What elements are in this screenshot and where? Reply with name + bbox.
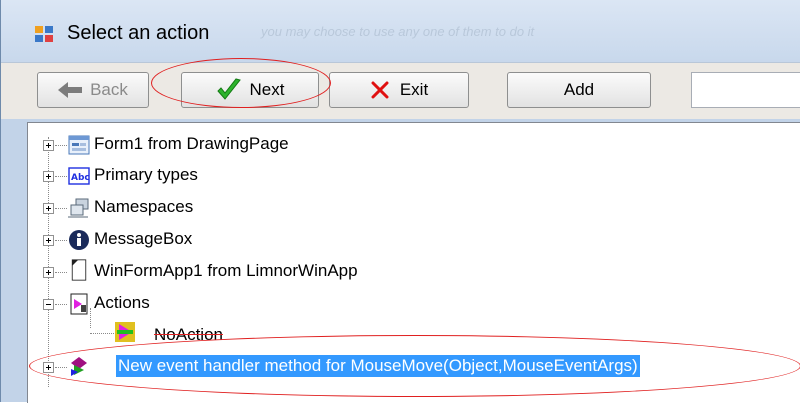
back-button-label: Back [90,80,128,99]
method-icon [71,357,87,376]
next-button[interactable]: Next [181,72,319,108]
tree-item-label[interactable]: WinFormApp1 from LimnorWinApp [94,261,358,281]
tree-guide-line [90,308,91,328]
tree-item-label[interactable]: MessageBox [94,229,192,249]
no-action-icon [115,322,135,342]
back-button[interactable]: Back [37,72,149,108]
tree-guide-line [55,304,67,305]
action-tree[interactable]: Form1 from DrawingPage Abc Primary types… [27,122,800,403]
expand-toggle[interactable] [43,362,54,373]
tree-item-label[interactable]: Form1 from DrawingPage [94,134,289,154]
dialog-window: Select an action you may choose to use a… [0,0,800,403]
tree-guide-line [55,240,67,241]
tree-item-label[interactable]: Actions [94,293,150,313]
add-button-label: Add [563,80,595,99]
abc-icon: Abc [68,167,90,185]
expand-toggle[interactable] [43,171,54,182]
expand-toggle[interactable] [43,267,54,278]
tree-item-label-selected[interactable]: New event handler method for MouseMove(O… [116,355,640,377]
tree-guide-line [55,176,67,177]
tree-guide-line [55,208,67,209]
app-icon [35,26,53,42]
window-title: Select an action [67,22,210,44]
add-button[interactable]: Add [507,72,651,108]
page-icon [71,259,87,281]
exit-button-label: Exit [399,80,429,99]
tree-guide-line [55,272,67,273]
title-bar: Select an action you may choose to use a… [1,0,800,62]
info-icon [69,230,89,250]
tree-guide-line [55,367,67,368]
tree-item-label[interactable]: NoAction [154,325,223,345]
tree-item-label[interactable]: Primary types [94,165,198,185]
expand-toggle[interactable] [43,140,54,151]
checkmark-icon [216,78,241,100]
arrow-left-icon [58,82,83,98]
collapse-toggle[interactable] [43,299,54,310]
form-icon [68,135,90,155]
namespace-icon [68,198,89,218]
expand-toggle[interactable] [43,203,54,214]
search-input[interactable] [691,72,800,108]
tree-guide-line [90,333,114,334]
actions-icon [70,293,88,315]
expand-toggle[interactable] [43,235,54,246]
tree-guide-line [55,145,67,146]
close-icon [371,81,389,99]
background-ghost-text: you may choose to use any one of them to… [261,24,535,39]
tree-item-label[interactable]: Namespaces [94,197,193,217]
svg-text:Abc: Abc [71,173,90,183]
exit-button[interactable]: Exit [329,72,469,108]
next-button-label: Next [249,80,285,99]
